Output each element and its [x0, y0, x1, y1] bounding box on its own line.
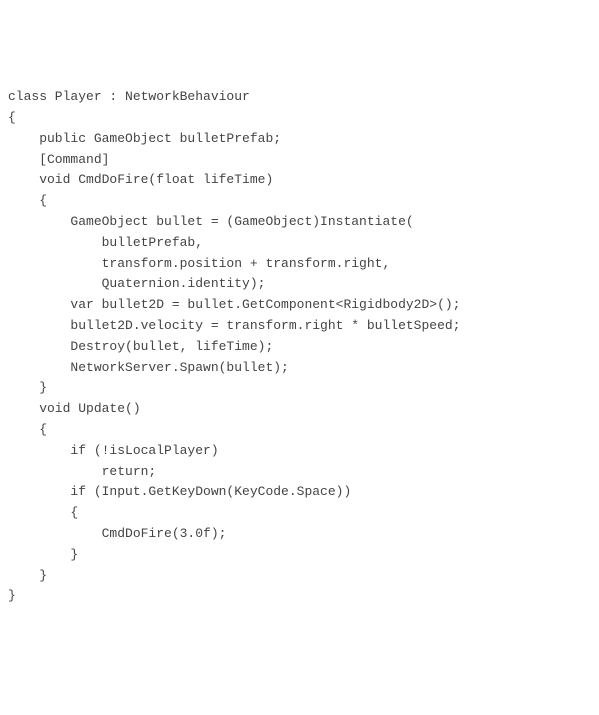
- code-line: }: [8, 586, 591, 607]
- code-line: bulletPrefab,: [8, 233, 591, 254]
- code-line: NetworkServer.Spawn(bullet);: [8, 358, 591, 379]
- code-line: return;: [8, 462, 591, 483]
- code-line: class Player : NetworkBehaviour: [8, 87, 591, 108]
- code-line: {: [8, 191, 591, 212]
- code-line: void CmdDoFire(float lifeTime): [8, 170, 591, 191]
- code-line: if (!isLocalPlayer): [8, 441, 591, 462]
- code-line: Quaternion.identity);: [8, 274, 591, 295]
- code-line: }: [8, 378, 591, 399]
- code-line: void Update(): [8, 399, 591, 420]
- code-line: {: [8, 108, 591, 129]
- code-line: }: [8, 545, 591, 566]
- code-line: {: [8, 420, 591, 441]
- code-block: class Player : NetworkBehaviour{ public …: [0, 83, 599, 611]
- code-line: CmdDoFire(3.0f);: [8, 524, 591, 545]
- code-line: public GameObject bulletPrefab;: [8, 129, 591, 150]
- code-line: Destroy(bullet, lifeTime);: [8, 337, 591, 358]
- code-line: bullet2D.velocity = transform.right * bu…: [8, 316, 591, 337]
- code-line: }: [8, 566, 591, 587]
- code-line: {: [8, 503, 591, 524]
- code-line: GameObject bullet = (GameObject)Instanti…: [8, 212, 591, 233]
- code-line: var bullet2D = bullet.GetComponent<Rigid…: [8, 295, 591, 316]
- code-line: [Command]: [8, 150, 591, 171]
- code-line: if (Input.GetKeyDown(KeyCode.Space)): [8, 482, 591, 503]
- code-line: transform.position + transform.right,: [8, 254, 591, 275]
